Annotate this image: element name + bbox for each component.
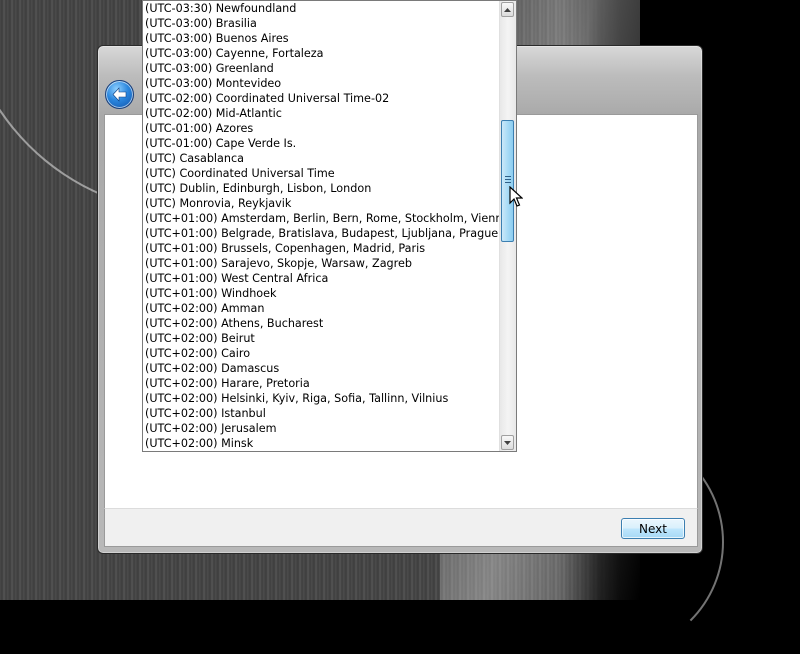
timezone-option[interactable]: (UTC+01:00) Brussels, Copenhagen, Madrid… [143,241,501,256]
back-button[interactable] [105,80,134,109]
timezone-option[interactable]: (UTC+01:00) Sarajevo, Skopje, Warsaw, Za… [143,256,501,271]
timezone-option[interactable]: (UTC+01:00) Belgrade, Bratislava, Budape… [143,226,501,241]
window-footer: Next [104,508,698,547]
scroll-up-button[interactable] [501,2,514,17]
timezone-option[interactable]: (UTC) Monrovia, Reykjavik [143,196,501,211]
timezone-option[interactable]: (UTC) Coordinated Universal Time [143,166,501,181]
timezone-option[interactable]: (UTC+02:00) Jerusalem [143,421,501,436]
timezone-option[interactable]: (UTC-02:00) Mid-Atlantic [143,106,501,121]
vertical-scrollbar[interactable] [499,1,516,451]
timezone-option[interactable]: (UTC+02:00) Helsinki, Kyiv, Riga, Sofia,… [143,391,501,406]
timezone-option[interactable]: (UTC+02:00) Damascus [143,361,501,376]
timezone-option[interactable]: (UTC+02:00) Minsk [143,436,501,451]
timezone-option[interactable]: (UTC-01:00) Cape Verde Is. [143,136,501,151]
scroll-thumb[interactable] [501,120,514,242]
timezone-option[interactable]: (UTC+02:00) Amman [143,301,501,316]
back-arrow-icon [112,87,127,102]
timezone-option[interactable]: (UTC-02:00) Coordinated Universal Time-0… [143,91,501,106]
timezone-option[interactable]: (UTC-03:00) Montevideo [143,76,501,91]
timezone-option[interactable]: (UTC+01:00) Amsterdam, Berlin, Bern, Rom… [143,211,501,226]
timezone-option[interactable]: (UTC-03:00) Greenland [143,61,501,76]
grip-icon [505,176,511,185]
timezone-option[interactable]: (UTC+02:00) Athens, Bucharest [143,316,501,331]
chevron-up-icon [504,7,511,12]
timezone-option[interactable]: (UTC) Dublin, Edinburgh, Lisbon, London [143,181,501,196]
timezone-option[interactable]: (UTC+02:00) Beirut [143,331,501,346]
timezone-option[interactable]: (UTC+02:00) Harare, Pretoria [143,376,501,391]
timezone-option[interactable]: (UTC+01:00) West Central Africa [143,271,501,286]
chevron-down-icon [504,440,511,445]
timezone-option[interactable]: (UTC-03:00) Cayenne, Fortaleza [143,46,501,61]
timezone-option[interactable]: (UTC+02:00) Istanbul [143,406,501,421]
timezone-option[interactable]: (UTC+02:00) Cairo [143,346,501,361]
timezone-option[interactable]: (UTC-01:00) Azores [143,121,501,136]
timezone-dropdown-list[interactable]: (UTC-03:30) Newfoundland (UTC-03:00) Bras… [142,0,517,452]
mouse-pointer-icon [509,185,524,212]
timezone-option[interactable]: (UTC) Casablanca [143,151,501,166]
timezone-option[interactable]: (UTC-03:00) Buenos Aires [143,31,501,46]
timezone-option[interactable]: (UTC-03:30) Newfoundland [143,1,501,16]
timezone-option[interactable]: (UTC+01:00) Windhoek [143,286,501,301]
next-button[interactable]: Next [621,518,685,539]
scroll-down-button[interactable] [501,435,514,450]
timezone-items: (UTC-03:30) Newfoundland (UTC-03:00) Bras… [143,1,501,451]
timezone-option[interactable]: (UTC-03:00) Brasilia [143,16,501,31]
